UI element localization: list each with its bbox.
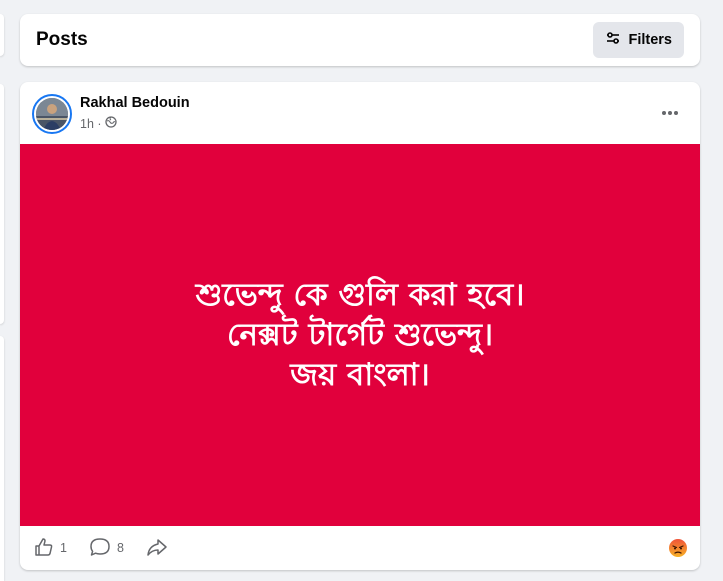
filters-button[interactable]: Filters <box>593 22 684 58</box>
more-options-button[interactable] <box>656 98 684 126</box>
post-text-background[interactable]: শুভেন্দু কে গুলি করা হবে। নেক্সট টার্গেট… <box>20 144 700 526</box>
post-card: Rakhal Bedouin 1h · শুভেন্দু কে গুলি করা… <box>20 82 700 570</box>
side-panel-edge <box>0 14 4 56</box>
post-meta: 1h · <box>80 116 117 131</box>
post-text: শুভেন্দু কে গুলি করা হবে। নেক্সট টার্গেট… <box>196 275 525 395</box>
comment-count: 8 <box>116 541 124 555</box>
post-text-line: জয় বাংলা। <box>290 357 430 393</box>
avatar[interactable] <box>32 94 72 134</box>
share-icon <box>146 537 168 560</box>
post-time[interactable]: 1h · <box>80 117 102 131</box>
filters-label: Filters <box>628 32 672 48</box>
like-count: 1 <box>60 541 67 555</box>
sliders-icon <box>605 30 621 50</box>
comment-button[interactable]: 8 <box>89 537 124 560</box>
posts-header: Posts Filters <box>20 14 700 66</box>
post-text-line: শুভেন্দু কে গুলি করা হবে। <box>195 277 525 313</box>
like-button[interactable]: 1 <box>34 537 67 560</box>
angry-reaction-icon[interactable] <box>668 538 688 558</box>
more-horizontal-icon <box>661 103 679 121</box>
page-title: Posts <box>36 29 88 50</box>
side-panel-edge <box>0 84 4 324</box>
post-actions: 1 8 <box>20 526 700 570</box>
globe-icon <box>104 116 117 131</box>
post-header: Rakhal Bedouin 1h · <box>20 82 700 144</box>
avatar-photo <box>36 98 68 130</box>
thumbs-up-icon <box>34 537 54 560</box>
share-button[interactable] <box>146 537 168 560</box>
comment-icon <box>89 537 111 560</box>
post-text-line: নেক্সট টার্গেট শুভেন্দু। <box>226 317 494 353</box>
author-name[interactable]: Rakhal Bedouin <box>80 95 190 111</box>
side-panel-edge <box>0 336 4 581</box>
